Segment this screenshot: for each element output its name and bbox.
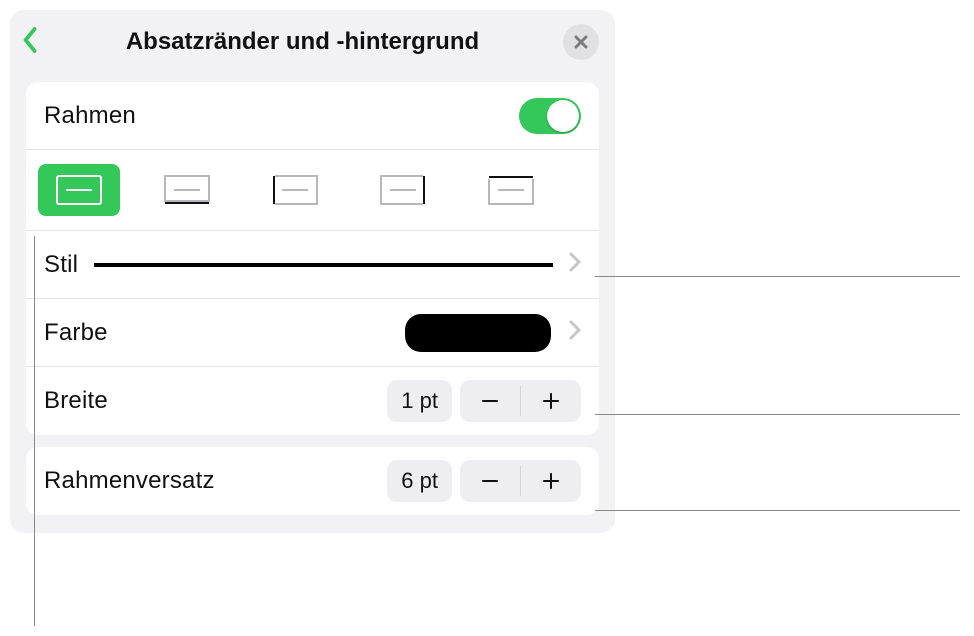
plus-icon bbox=[541, 391, 561, 411]
panel-header: Absatzränder und -hintergrund bbox=[10, 10, 615, 70]
breite-stepper bbox=[460, 380, 581, 422]
border-position-row bbox=[26, 150, 599, 231]
toggle-knob bbox=[547, 100, 579, 132]
border-option-top[interactable] bbox=[470, 164, 552, 216]
breite-decrease-button[interactable] bbox=[460, 380, 520, 422]
plus-icon bbox=[541, 471, 561, 491]
rahmen-toggle[interactable] bbox=[519, 98, 581, 134]
callout-line bbox=[595, 414, 960, 415]
farbe-row[interactable]: Farbe bbox=[26, 299, 599, 367]
border-option-left[interactable] bbox=[254, 164, 336, 216]
borders-background-panel: Absatzränder und -hintergrund Rahmen bbox=[10, 10, 615, 533]
border-option-bottom[interactable] bbox=[146, 164, 228, 216]
close-icon bbox=[573, 34, 589, 50]
stil-row[interactable]: Stil bbox=[26, 231, 599, 299]
close-button[interactable] bbox=[563, 24, 599, 60]
callout-line bbox=[595, 276, 960, 277]
back-icon[interactable] bbox=[21, 25, 41, 60]
color-swatch bbox=[405, 314, 551, 352]
border-option-all[interactable] bbox=[38, 164, 120, 216]
rahmen-label: Rahmen bbox=[44, 102, 136, 130]
minus-icon bbox=[480, 471, 500, 491]
rahmen-row: Rahmen bbox=[26, 82, 599, 150]
breite-row: Breite 1 pt bbox=[26, 367, 599, 435]
breite-label: Breite bbox=[44, 387, 108, 415]
line-style-preview bbox=[94, 263, 553, 267]
breite-increase-button[interactable] bbox=[521, 380, 581, 422]
callout-line bbox=[34, 236, 35, 626]
versatz-decrease-button[interactable] bbox=[460, 460, 520, 502]
breite-value: 1 pt bbox=[387, 380, 452, 422]
stil-label: Stil bbox=[44, 251, 78, 279]
versatz-row: Rahmenversatz 6 pt bbox=[26, 447, 599, 515]
chevron-right-icon bbox=[569, 320, 581, 345]
chevron-right-icon bbox=[569, 252, 581, 277]
border-settings-group: Rahmen bbox=[26, 82, 599, 435]
versatz-stepper bbox=[460, 460, 581, 502]
callout-line bbox=[595, 510, 960, 511]
offset-group: Rahmenversatz 6 pt bbox=[26, 447, 599, 515]
minus-icon bbox=[480, 391, 500, 411]
versatz-value: 6 pt bbox=[387, 460, 452, 502]
farbe-label: Farbe bbox=[44, 319, 108, 347]
panel-title: Absatzränder und -hintergrund bbox=[42, 28, 563, 56]
versatz-label: Rahmenversatz bbox=[44, 467, 215, 495]
versatz-increase-button[interactable] bbox=[521, 460, 581, 502]
border-option-right[interactable] bbox=[362, 164, 444, 216]
